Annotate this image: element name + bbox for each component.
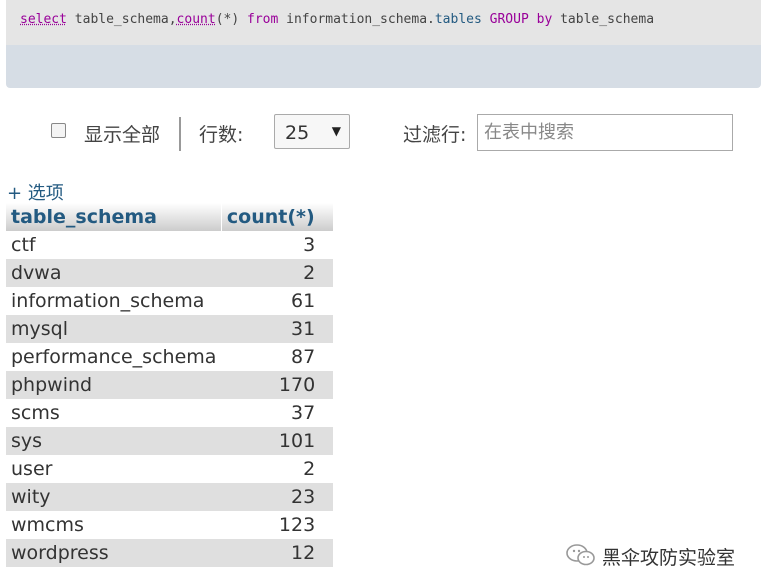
table-row: ctf 3: [6, 231, 334, 259]
count-cell: 37: [221, 399, 334, 427]
sql-column: table_schema,: [66, 12, 177, 27]
count-cell: 31: [221, 315, 334, 343]
show-all-label[interactable]: 显示全部: [84, 120, 160, 147]
count-cell: 170: [221, 371, 334, 399]
sql-table: tables: [434, 12, 482, 27]
column-header-table-schema[interactable]: table_schema: [6, 203, 222, 231]
sql-keyword-select[interactable]: select: [20, 12, 67, 27]
count-cell: 2: [221, 455, 334, 483]
filter-rows-input[interactable]: [477, 114, 733, 151]
schema-cell: user: [6, 455, 222, 483]
table-row: mysql 31: [6, 315, 334, 343]
rows-per-page-value: 25: [285, 122, 310, 144]
table-header-row: table_schema count(*): [6, 203, 334, 231]
table-row: performance_schema 87: [6, 343, 334, 371]
table-row: phpwind 170: [6, 371, 334, 399]
separator: [179, 117, 181, 151]
schema-cell: information_schema: [6, 287, 222, 315]
column-header-count[interactable]: count(*): [221, 203, 334, 231]
schema-cell: mysql: [6, 315, 222, 343]
schema-cell: scms: [6, 399, 222, 427]
schema-cell: wmcms: [6, 511, 222, 539]
sql-group-column: table_schema: [552, 12, 655, 27]
results-table: table_schema count(*) ctf 3 dvwa 2 informa…: [6, 203, 334, 567]
table-row: user 2: [6, 455, 334, 483]
table-row: information_schema 61: [6, 287, 334, 315]
sql-arg: (*): [215, 12, 247, 27]
sql-keyword-by: by: [528, 12, 553, 27]
results-controls: 显示全部 行数: 25 ▼ 过滤行:: [0, 110, 761, 156]
options-link[interactable]: + 选项: [7, 179, 64, 205]
dropdown-arrow-icon: ▼: [331, 124, 341, 138]
sql-keyword-group: GROUP: [481, 12, 529, 27]
schema-cell: dvwa: [6, 259, 222, 287]
count-cell: 3: [221, 231, 334, 259]
sql-keyword-from: from: [247, 12, 279, 27]
table-row: wmcms 123: [6, 511, 334, 539]
count-cell: 61: [221, 287, 334, 315]
schema-cell: ctf: [6, 231, 222, 259]
sql-query-text: select table_schema,count(*) from inform…: [20, 12, 654, 27]
schema-cell: wity: [6, 483, 222, 511]
count-cell: 2: [221, 259, 334, 287]
table-row: sys 101: [6, 427, 334, 455]
table-row: dvwa 2: [6, 259, 334, 287]
sql-schema: information_schema.: [278, 12, 435, 27]
schema-cell: wordpress: [6, 539, 222, 567]
sql-function-count[interactable]: count: [177, 12, 216, 27]
sql-query-box: select table_schema,count(*) from inform…: [6, 0, 761, 45]
rows-per-page-select[interactable]: 25 ▼: [274, 114, 350, 149]
table-row: wordpress 12: [6, 539, 334, 567]
schema-cell: sys: [6, 427, 222, 455]
count-cell: 123: [221, 511, 334, 539]
rows-label: 行数:: [199, 124, 244, 146]
count-cell: 23: [221, 483, 334, 511]
show-all-checkbox[interactable]: [51, 123, 66, 138]
table-row: scms 37: [6, 399, 334, 427]
sql-box-footer: [6, 45, 761, 88]
table-row: wity 23: [6, 483, 334, 511]
watermark: 黑伞攻防实验室: [566, 542, 756, 569]
count-cell: 87: [221, 343, 334, 371]
schema-cell: performance_schema: [6, 343, 222, 371]
count-cell: 12: [221, 539, 334, 567]
wechat-icon: [566, 544, 595, 566]
count-cell: 101: [221, 427, 334, 455]
filter-label: 过滤行:: [403, 124, 467, 146]
watermark-text: 黑伞攻防实验室: [602, 547, 736, 569]
schema-cell: phpwind: [6, 371, 222, 399]
